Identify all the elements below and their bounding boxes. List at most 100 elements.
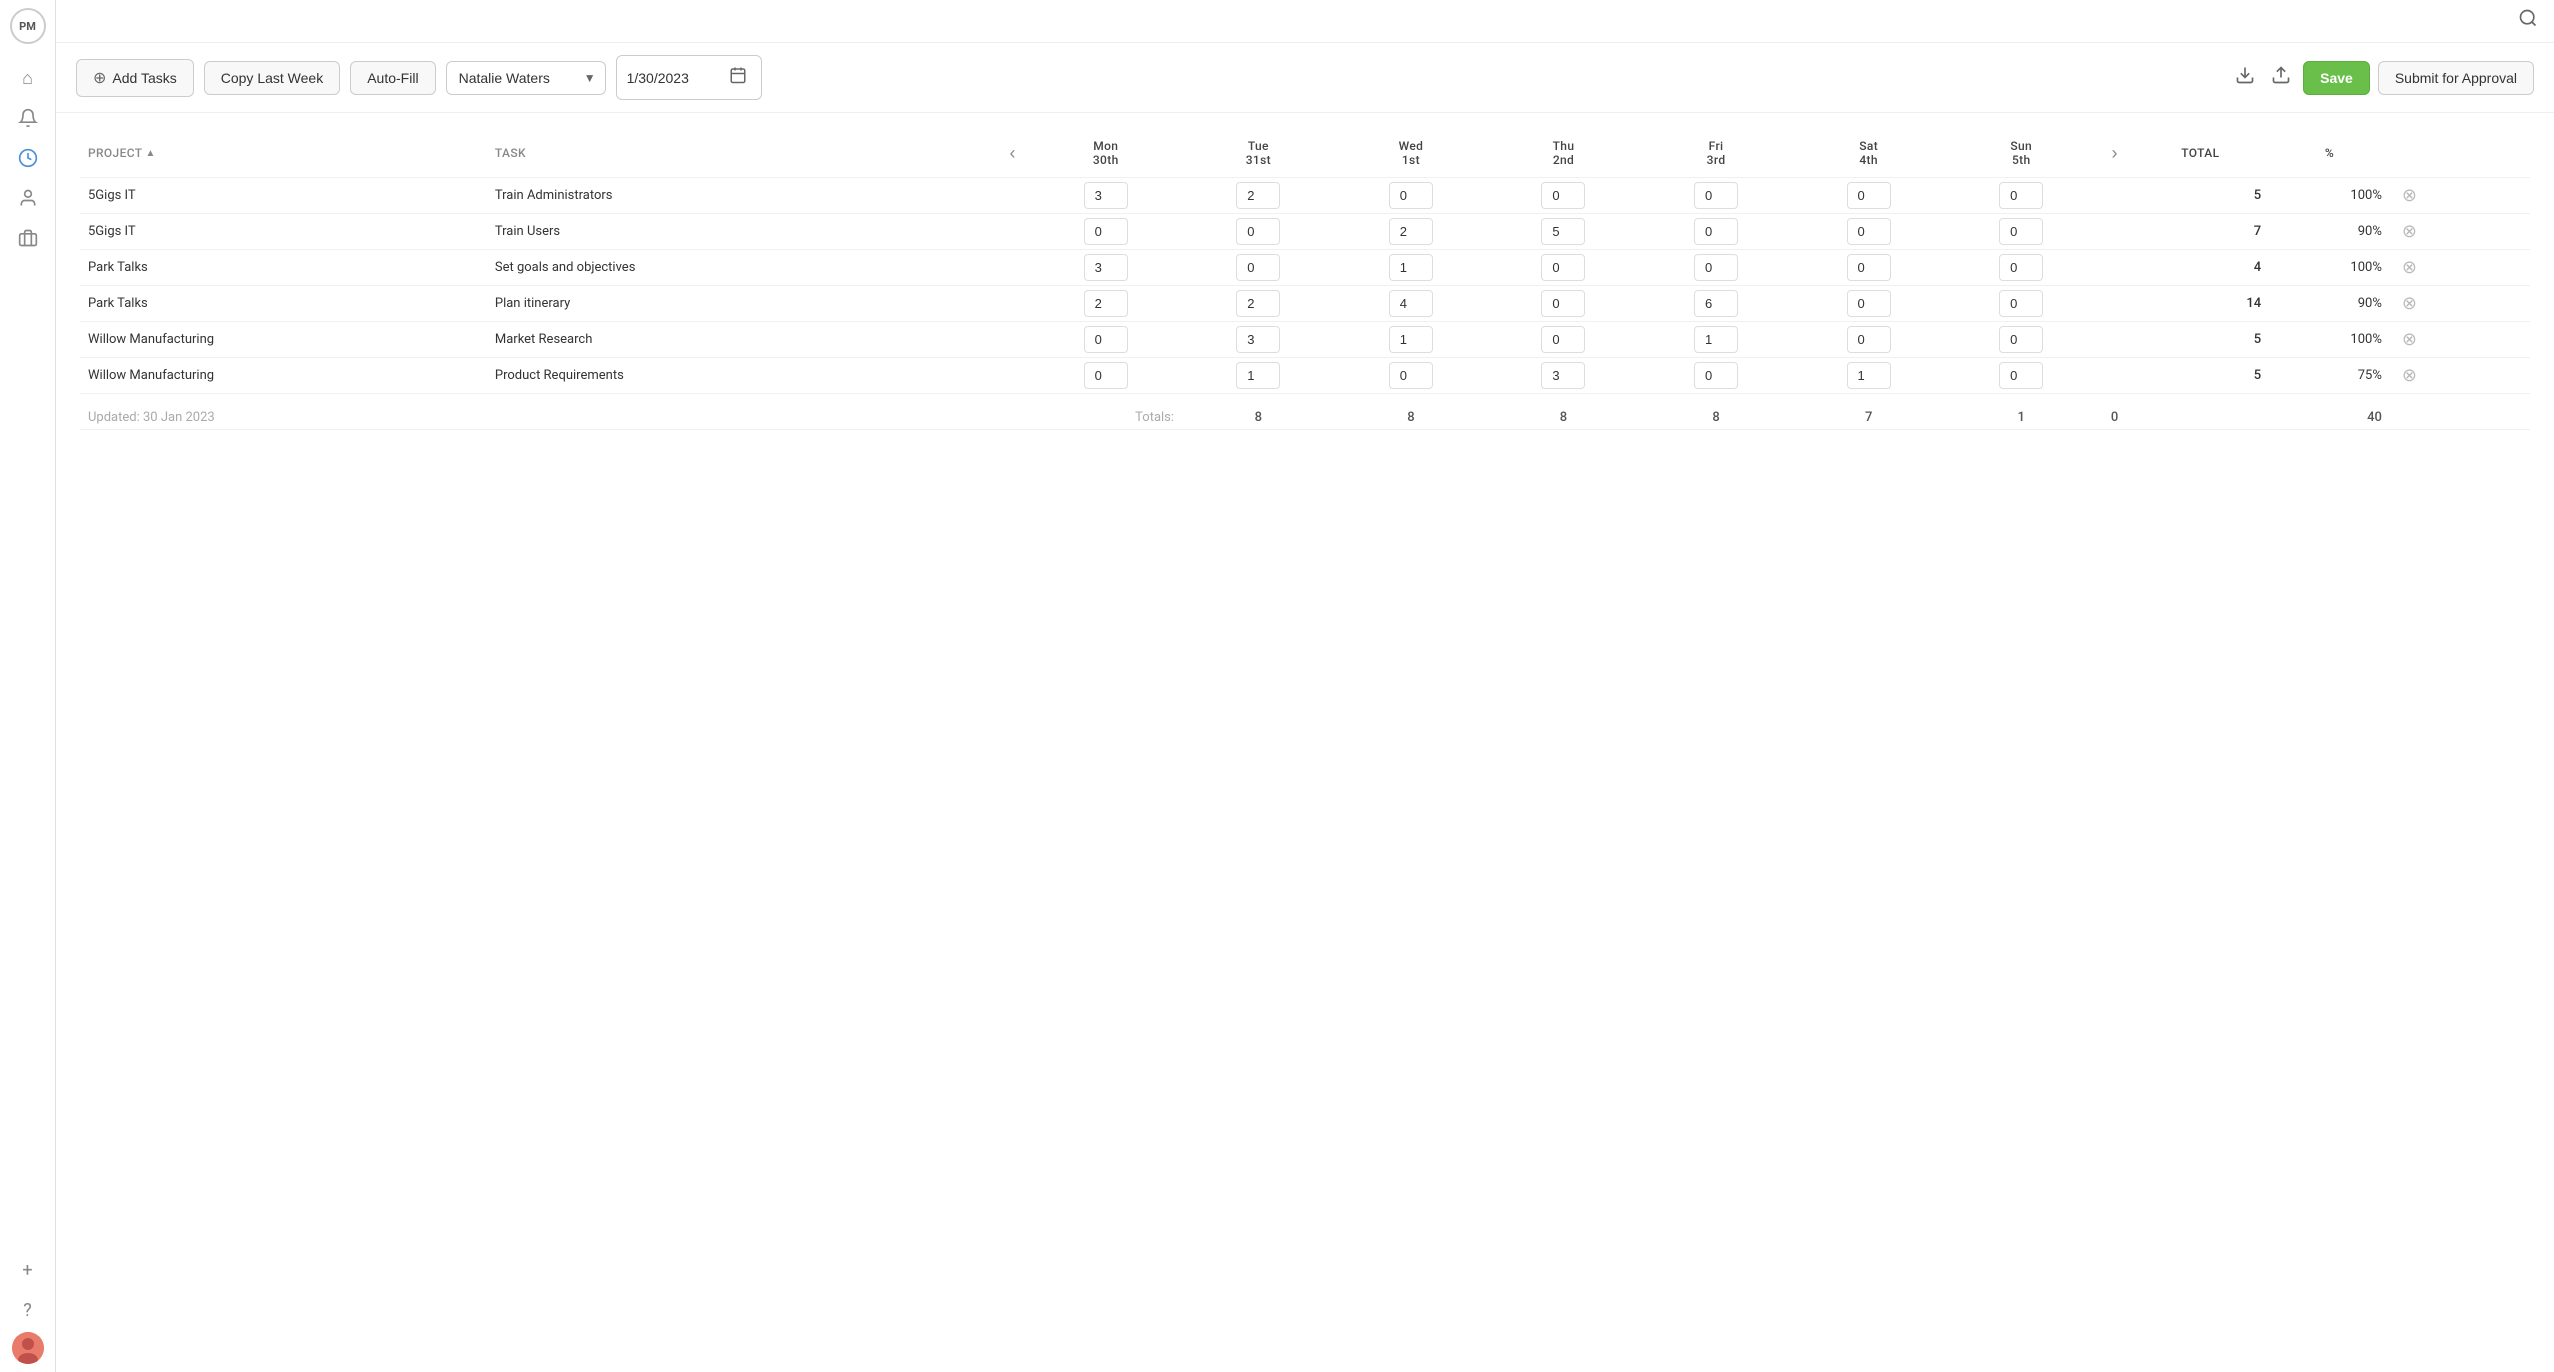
day-input-0-6[interactable] (1999, 182, 2043, 209)
day-input-3-5[interactable] (1847, 290, 1891, 317)
sidebar-item-notifications[interactable] (10, 100, 46, 136)
remove-row-button[interactable]: ⊗ (2398, 219, 2421, 244)
day-input-1-2[interactable] (1389, 218, 1433, 245)
cell-remove: ⊗ (2390, 214, 2489, 250)
user-select[interactable]: Natalie Waters (446, 61, 606, 95)
day-input-5-0[interactable] (1084, 362, 1128, 389)
cell-day (1182, 178, 1335, 214)
remove-row-button[interactable]: ⊗ (2398, 363, 2421, 388)
prev-week-button[interactable]: ‹ (1003, 141, 1021, 166)
next-week-button[interactable]: › (2106, 141, 2124, 166)
day-input-4-4[interactable] (1694, 326, 1738, 353)
day-input-1-3[interactable] (1541, 218, 1585, 245)
day-input-4-2[interactable] (1389, 326, 1433, 353)
day-input-4-0[interactable] (1084, 326, 1128, 353)
remove-row-button[interactable]: ⊗ (2398, 183, 2421, 208)
sidebar-item-projects[interactable] (10, 220, 46, 256)
nav-next-button-cell: › (2098, 133, 2132, 178)
day-input-1-4[interactable] (1694, 218, 1738, 245)
cell-project: Park Talks (80, 250, 487, 286)
cell-day (1335, 322, 1488, 358)
day-input-0-5[interactable] (1847, 182, 1891, 209)
table-row: Park TalksSet goals and objectives4100%⊗ (80, 250, 2530, 286)
day-input-4-6[interactable] (1999, 326, 2043, 353)
day-input-5-1[interactable] (1236, 362, 1280, 389)
day-input-2-3[interactable] (1541, 254, 1585, 281)
totals-day-2: 8 (1487, 394, 1640, 430)
day-input-1-6[interactable] (1999, 218, 2043, 245)
save-button[interactable]: Save (2303, 61, 2370, 95)
sidebar-item-people[interactable] (10, 180, 46, 216)
day-input-1-5[interactable] (1847, 218, 1891, 245)
day-input-5-6[interactable] (1999, 362, 2043, 389)
day-input-3-0[interactable] (1084, 290, 1128, 317)
cell-day (1640, 286, 1793, 322)
date-input[interactable] (627, 70, 717, 86)
day-input-0-3[interactable] (1541, 182, 1585, 209)
search-button[interactable] (2518, 8, 2538, 34)
day-input-5-3[interactable] (1541, 362, 1585, 389)
day-input-0-1[interactable] (1236, 182, 1280, 209)
day-input-4-5[interactable] (1847, 326, 1891, 353)
day-input-1-1[interactable] (1236, 218, 1280, 245)
avatar[interactable] (12, 1332, 44, 1364)
col-header-task: TASK (487, 133, 996, 178)
day-input-2-1[interactable] (1236, 254, 1280, 281)
day-input-5-4[interactable] (1694, 362, 1738, 389)
cell-day (1182, 214, 1335, 250)
download-button[interactable] (2231, 61, 2259, 94)
day-input-5-2[interactable] (1389, 362, 1433, 389)
day-input-5-5[interactable] (1847, 362, 1891, 389)
cell-day (1640, 178, 1793, 214)
col-header-thu: Thu 2nd (1487, 133, 1640, 178)
cell-remove: ⊗ (2390, 250, 2489, 286)
sidebar-item-home[interactable]: ⌂ (10, 60, 46, 96)
day-input-3-2[interactable] (1389, 290, 1433, 317)
copy-last-week-button[interactable]: Copy Last Week (204, 61, 340, 95)
day-input-2-2[interactable] (1389, 254, 1433, 281)
sidebar-item-help[interactable]: ? (10, 1292, 46, 1328)
cell-day (1487, 322, 1640, 358)
auto-fill-button[interactable]: Auto-Fill (350, 61, 435, 95)
submit-for-approval-button[interactable]: Submit for Approval (2378, 61, 2534, 95)
upload-button[interactable] (2267, 61, 2295, 94)
col-header-sun: Sun 5th (1945, 133, 2098, 178)
cell-total: 5 (2132, 358, 2270, 394)
day-input-0-2[interactable] (1389, 182, 1433, 209)
day-input-2-5[interactable] (1847, 254, 1891, 281)
cell-day (1792, 250, 1945, 286)
day-input-3-6[interactable] (1999, 290, 2043, 317)
day-input-3-4[interactable] (1694, 290, 1738, 317)
day-input-2-0[interactable] (1084, 254, 1128, 281)
remove-row-button[interactable]: ⊗ (2398, 291, 2421, 316)
sidebar-item-add[interactable]: + (10, 1252, 46, 1288)
remove-row-button[interactable]: ⊗ (2398, 255, 2421, 280)
day-input-4-3[interactable] (1541, 326, 1585, 353)
calendar-icon[interactable] (725, 62, 751, 93)
cell-day (1335, 250, 1488, 286)
day-input-0-4[interactable] (1694, 182, 1738, 209)
day-input-1-0[interactable] (1084, 218, 1128, 245)
col-header-project[interactable]: PROJECT ▲ (80, 133, 487, 178)
cell-day (1945, 286, 2098, 322)
day-input-3-1[interactable] (1236, 290, 1280, 317)
day-input-3-3[interactable] (1541, 290, 1585, 317)
sidebar-item-timesheets[interactable] (10, 140, 46, 176)
totals-sum: 40 (2269, 394, 2390, 430)
add-tasks-button[interactable]: ⊕ Add Tasks (76, 59, 194, 97)
day-input-4-1[interactable] (1236, 326, 1280, 353)
user-select-wrapper: Natalie Waters ▼ (446, 61, 606, 95)
day-input-2-4[interactable] (1694, 254, 1738, 281)
toolbar: ⊕ Add Tasks Copy Last Week Auto-Fill Nat… (56, 43, 2554, 113)
col-header-mon: Mon 30th (1029, 133, 1182, 178)
cell-day (1945, 358, 2098, 394)
cell-day (1487, 286, 1640, 322)
app-logo[interactable]: PM (10, 8, 46, 44)
remove-row-button[interactable]: ⊗ (2398, 327, 2421, 352)
cell-day (1182, 322, 1335, 358)
cell-day (1029, 322, 1182, 358)
plus-circle-icon: ⊕ (93, 68, 106, 88)
day-input-2-6[interactable] (1999, 254, 2043, 281)
day-input-0-0[interactable] (1084, 182, 1128, 209)
col-header-total: TOTAL (2132, 133, 2270, 178)
